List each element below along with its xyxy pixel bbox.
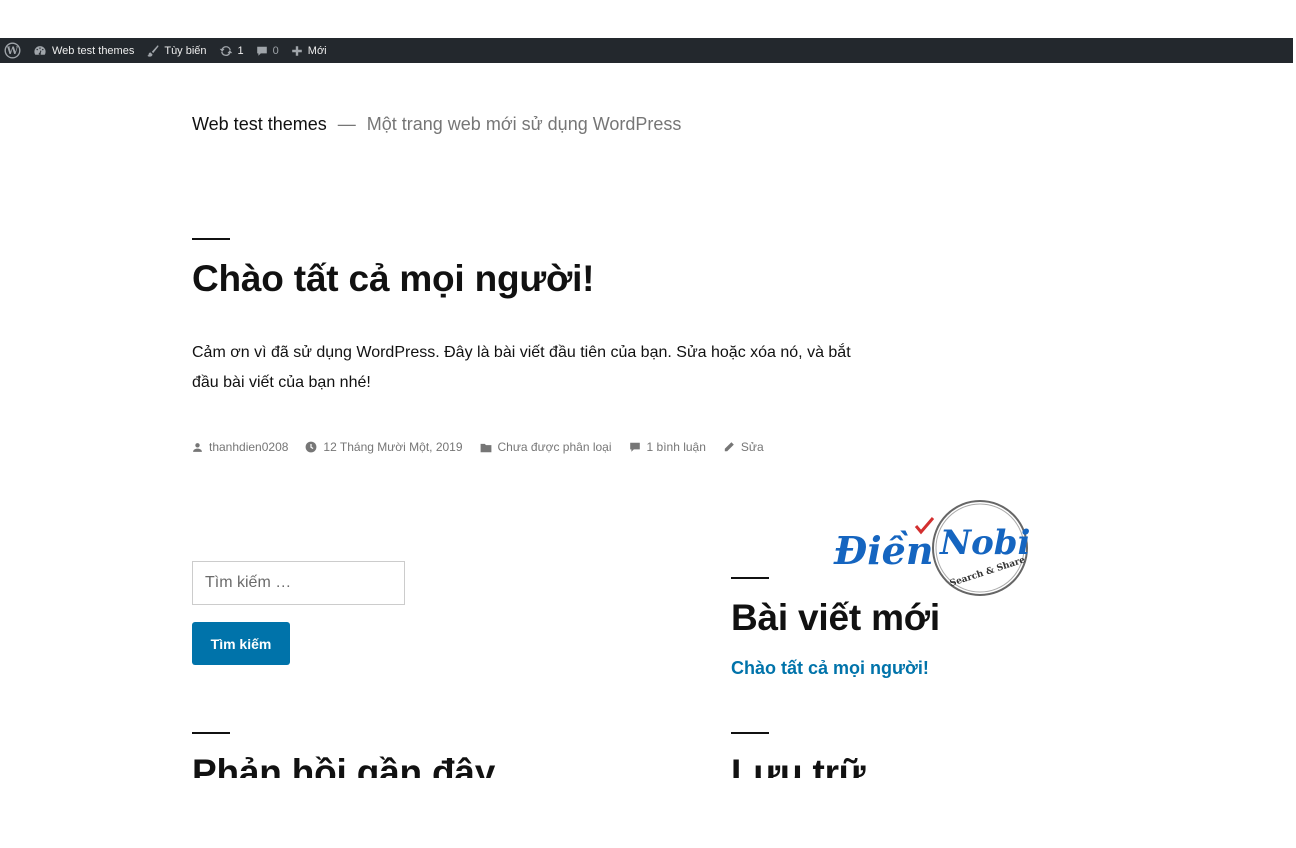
site-title-separator: — (337, 114, 356, 134)
customize-menu[interactable]: Tùy biến (146, 38, 207, 63)
folder-icon (480, 442, 498, 453)
post-date-link[interactable]: 12 Tháng Mười Một, 2019 (323, 440, 462, 454)
new-content-menu[interactable]: Mới (291, 38, 327, 63)
post-category: Chưa được phân loại (480, 440, 612, 454)
new-label: Mới (307, 44, 327, 57)
person-icon (192, 442, 209, 453)
post-title[interactable]: Chào tất cả mọi người! (192, 258, 594, 300)
post-edit-link[interactable]: Sửa (741, 440, 764, 454)
updates-menu[interactable]: 1 (219, 38, 244, 63)
site-name-menu[interactable]: Web test themes (33, 38, 134, 63)
updates-count: 1 (237, 44, 244, 57)
post-comments-link[interactable]: 1 bình luận (647, 440, 706, 454)
viewport-bottom-edge (0, 778, 1296, 848)
archives-divider (731, 732, 769, 734)
post-content-line: đầu bài viết của bạn nhé! (192, 374, 371, 391)
search-input[interactable] (192, 561, 405, 605)
comment-icon (629, 441, 647, 453)
post-author: thanhdien0208 (192, 440, 288, 454)
wordpress-logo-menu[interactable]: W (4, 38, 21, 63)
comments-menu[interactable]: 0 (256, 38, 279, 63)
watermark-logo: Điền Nobi Search & Share (832, 496, 1032, 600)
post-category-link[interactable]: Chưa được phân loại (498, 440, 612, 454)
recent-comments-divider (192, 732, 230, 734)
post-content: Cảm ơn vì đã sử dụng WordPress. Đây là b… (192, 338, 902, 398)
post-title-divider (192, 238, 230, 240)
admin-bar: W Web test themes Tùy biến 1 0 Mới (0, 38, 1293, 63)
recent-posts-divider (731, 577, 769, 579)
wordpress-logo-icon: W (4, 42, 21, 59)
comments-count: 0 (272, 44, 279, 57)
recent-posts-title: Bài viết mới (731, 597, 940, 638)
post-date: 12 Tháng Mười Một, 2019 (305, 440, 463, 454)
post-edit: Sửa (723, 440, 764, 454)
plus-icon (291, 45, 303, 57)
post-meta: thanhdien0208 12 Tháng Mười Một, 2019 Ch… (192, 440, 781, 454)
updates-icon (219, 44, 233, 58)
site-branding: Web test themes — Một trang web mới sử d… (192, 114, 681, 135)
customize-label: Tùy biến (164, 44, 207, 57)
comment-bubble-icon (256, 45, 268, 57)
post-content-line: Cảm ơn vì đã sử dụng WordPress. Đây là b… (192, 344, 851, 361)
site-title[interactable]: Web test themes (192, 114, 327, 134)
recent-post-link[interactable]: Chào tất cả mọi người! (731, 658, 929, 679)
site-description: Một trang web mới sử dụng WordPress (366, 114, 682, 134)
search-button[interactable]: Tìm kiếm (192, 622, 290, 665)
svg-text:W: W (6, 45, 19, 57)
post-author-link[interactable]: thanhdien0208 (209, 440, 288, 454)
site-name-label: Web test themes (52, 44, 135, 57)
pencil-icon (723, 441, 741, 453)
clock-icon (305, 441, 323, 453)
post-comments: 1 bình luận (629, 440, 706, 454)
dashboard-icon (33, 44, 47, 58)
svg-text:Điền: Điền (833, 528, 933, 573)
brush-icon (146, 44, 159, 57)
